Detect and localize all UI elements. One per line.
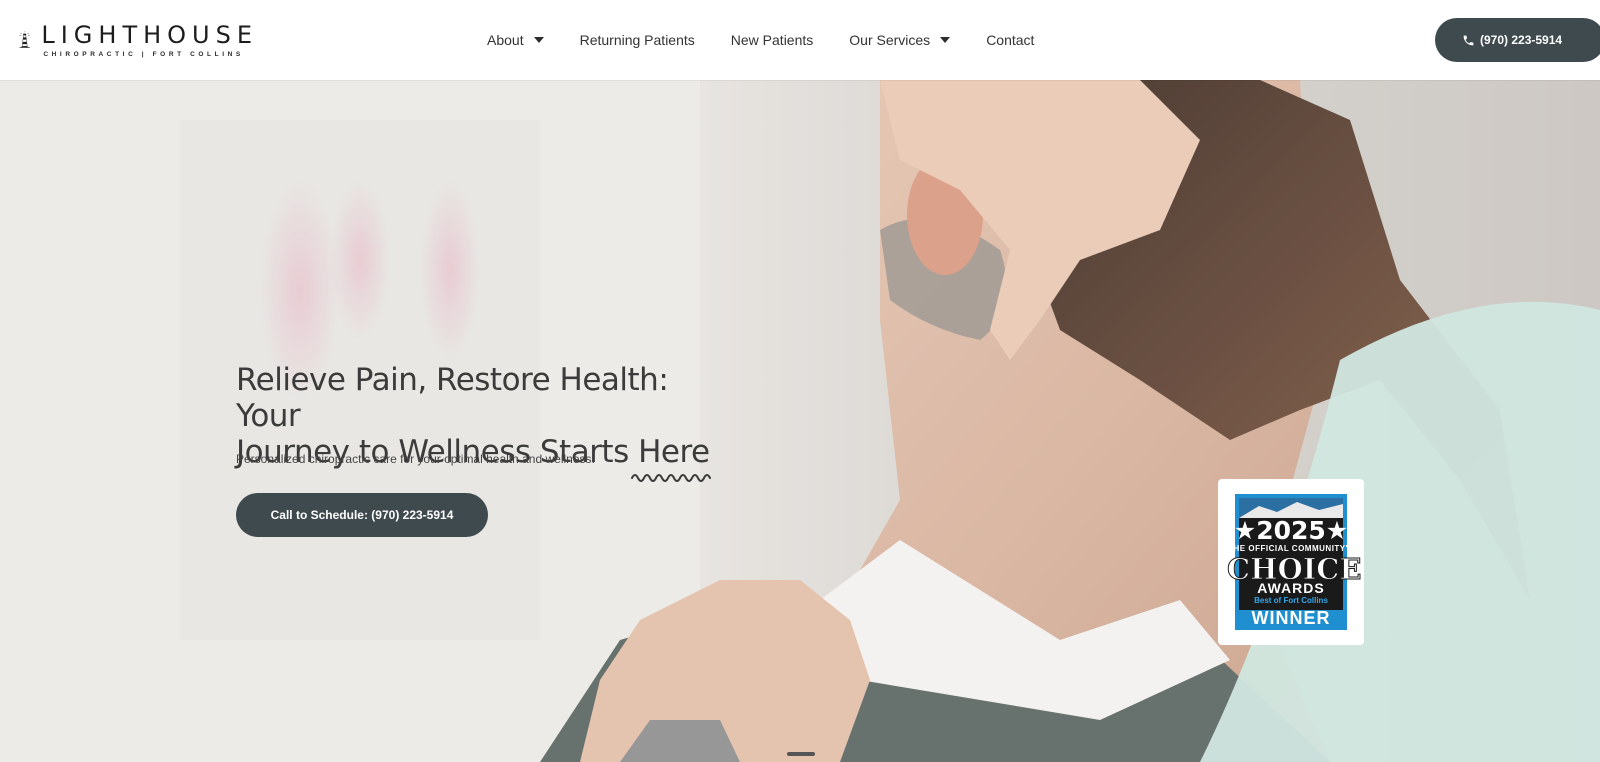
caret-down-icon bbox=[940, 37, 951, 43]
header-phone-label: (970) 223-5914 bbox=[1480, 33, 1563, 47]
nav-item-our-services[interactable]: Our Services bbox=[849, 32, 951, 48]
header-phone-button[interactable]: (970) 223-5914 bbox=[1435, 18, 1600, 62]
main-nav: About Returning Patients New Patients Ou… bbox=[487, 0, 1070, 80]
nav-item-label: Contact bbox=[986, 32, 1035, 48]
nav-item-contact[interactable]: Contact bbox=[986, 32, 1034, 48]
scroll-indicator[interactable] bbox=[787, 752, 815, 756]
hero-section: Relieve Pain, Restore Health: Your Journ… bbox=[0, 80, 1600, 762]
site-header: LIGHTHOUSE CHIROPRACTIC | FORT COLLINS A… bbox=[0, 0, 1600, 80]
award-winner: WINNER bbox=[1251, 608, 1331, 628]
squiggle-underline-icon bbox=[631, 474, 712, 482]
nav-item-about[interactable]: About bbox=[487, 32, 544, 48]
nav-item-label: Returning Patients bbox=[579, 32, 695, 48]
nav-item-label: About bbox=[487, 32, 524, 48]
award-awards: AWARDS bbox=[1257, 580, 1325, 596]
nav-item-returning-patients[interactable]: Returning Patients bbox=[580, 32, 695, 48]
award-badge-card: ★2025★ THE OFFICIAL COMMUNITY'S CHOICE A… bbox=[1218, 479, 1364, 645]
award-best-of: Best of Fort Collins bbox=[1254, 596, 1328, 605]
hero-subtext: Personalized chiropractic care for your … bbox=[236, 452, 595, 466]
nav-item-label: New Patients bbox=[730, 32, 814, 48]
call-to-schedule-button[interactable]: Call to Schedule: (970) 223-5914 bbox=[236, 493, 488, 537]
site-logo[interactable]: LIGHTHOUSE CHIROPRACTIC | FORT COLLINS bbox=[18, 16, 258, 64]
nav-item-new-patients[interactable]: New Patients bbox=[731, 32, 813, 48]
nav-item-label: Our Services bbox=[849, 32, 931, 48]
lighthouse-logo-icon bbox=[18, 31, 31, 48]
headline-emphasis-text: Here bbox=[638, 434, 710, 470]
brand-name: LIGHTHOUSE bbox=[41, 21, 258, 49]
phone-icon bbox=[1463, 35, 1474, 45]
brand-tagline: CHIROPRACTIC | FORT COLLINS bbox=[43, 51, 244, 58]
headline-line-1: Relieve Pain, Restore Health: Your bbox=[236, 362, 669, 434]
community-choice-award-badge: ★2025★ THE OFFICIAL COMMUNITY'S CHOICE A… bbox=[1227, 494, 1362, 630]
award-year: ★2025★ bbox=[1233, 516, 1349, 545]
mountain-icon bbox=[1239, 498, 1343, 518]
headline-emphasis: Here bbox=[631, 434, 712, 482]
caret-down-icon bbox=[533, 37, 544, 43]
